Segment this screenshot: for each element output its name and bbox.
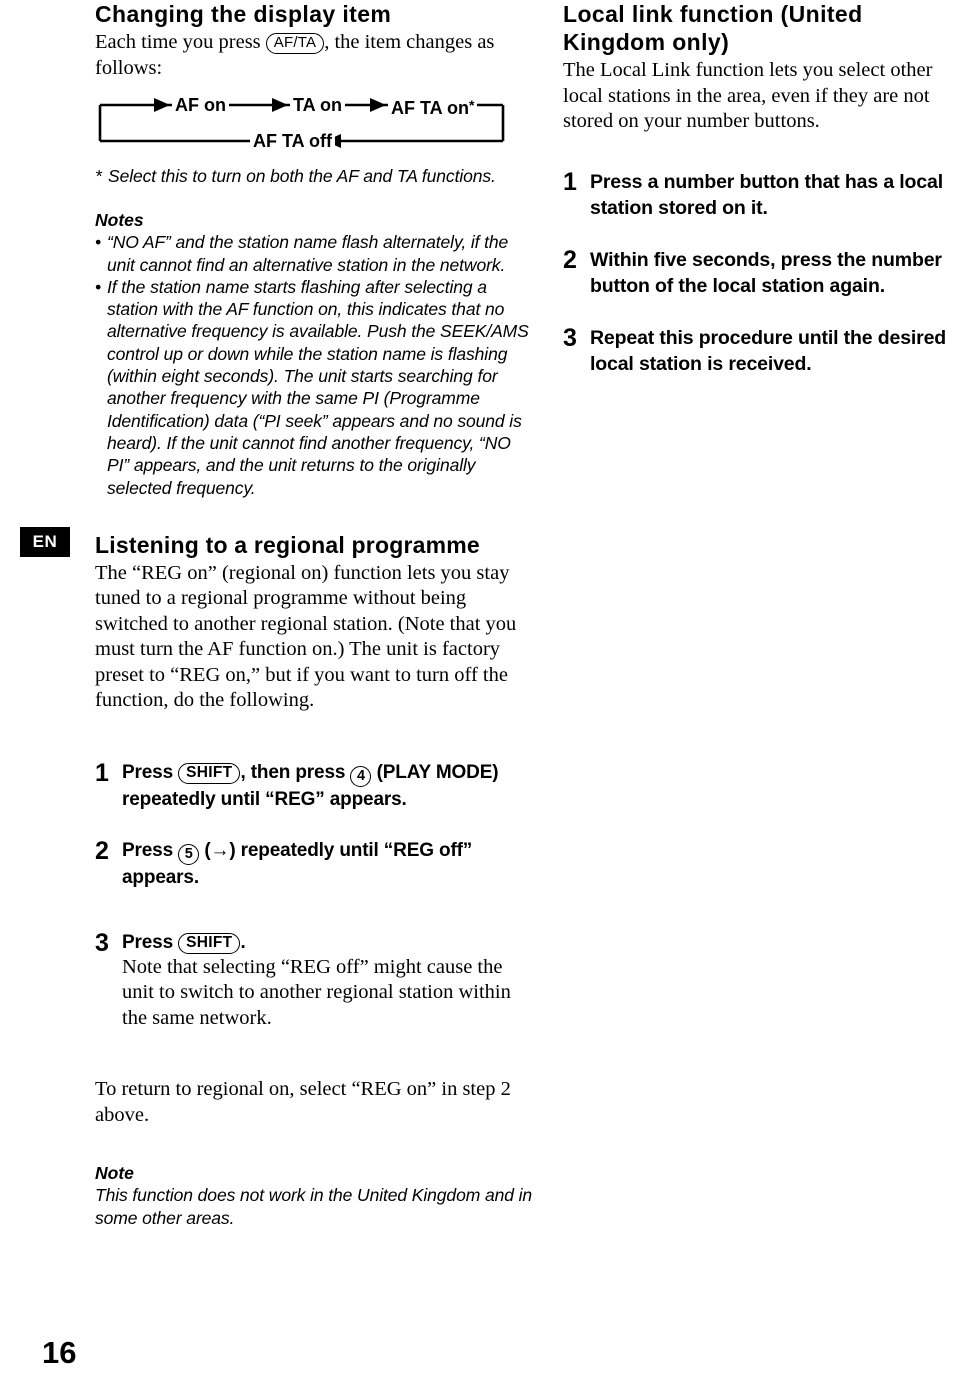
step-2-body: Press 5 (→) repeatedly until “REG off” a… — [122, 838, 535, 890]
note-text-uk: This function does not work in the Unite… — [95, 1185, 533, 1228]
step-3: 3 Press SHIFT. Note that selecting “REG … — [95, 930, 535, 1032]
step-3-sub-text: Note that selecting “REG off” might caus… — [122, 955, 511, 1029]
section-title-local-link: Local link function (United Kingdom only… — [563, 1, 863, 55]
note-heading: Note — [95, 1163, 134, 1184]
local-link-step-2-text: Within five seconds, press the number bu… — [590, 248, 942, 297]
local-link-step-1: 1 Press a number button that has a local… — [563, 169, 960, 221]
intro-text-before-key: Each time you press — [95, 31, 261, 53]
intro-paragraph: Each time you press AF/TA, the item chan… — [95, 30, 535, 81]
step-2-seg-1: Press — [122, 839, 174, 861]
display-item-flow-diagram: AF on TA on AF TA on* AF TA off — [98, 91, 508, 153]
note-text-no-af: “NO AF” and the station name flash alter… — [107, 232, 509, 275]
closing-paragraph: To return to regional on, select “REG on… — [95, 1078, 511, 1126]
language-tab-en: EN — [20, 527, 70, 557]
local-link-step-3: 3 Repeat this procedure until the desire… — [563, 325, 960, 377]
step-2: 2 Press 5 (→) repeatedly until “REG off”… — [95, 838, 535, 890]
local-link-step-3-number: 3 — [563, 323, 577, 352]
step-2-seg-2: (→) repeatedly until “REG off” appears. — [122, 839, 473, 888]
flow-label-af-on: AF on — [172, 96, 229, 114]
section-title-regional-programme: Listening to a regional programme — [95, 531, 480, 558]
step-1-text: Press SHIFT, then press 4 (PLAY MODE) re… — [122, 760, 535, 812]
local-link-step-3-text: Repeat this procedure until the desired … — [590, 326, 947, 375]
step-3-body: Press SHIFT. Note that selecting “REG of… — [122, 930, 535, 1032]
step-3-seg-2: . — [240, 931, 246, 953]
local-link-step-2-number: 2 — [563, 245, 577, 274]
number-key-4-glyph: 4 — [350, 765, 372, 787]
number-key-5-glyph: 5 — [178, 843, 200, 865]
local-link-step-1-text: Press a number button that has a local s… — [590, 170, 943, 219]
step-3-number: 3 — [95, 928, 109, 957]
regional-body-text: The “REG on” (regional on) function lets… — [95, 561, 517, 712]
flow-label-ta-on: TA on — [290, 96, 345, 114]
page-number: 16 — [42, 1335, 77, 1370]
af-ta-key-glyph: AF/TA — [265, 33, 325, 54]
footnote-text: Select this to turn on both the AF and T… — [108, 166, 496, 186]
step-3-text: Press SHIFT. — [122, 930, 535, 955]
step-1: 1 Press SHIFT, then press 4 (PLAY MODE) … — [95, 760, 535, 812]
local-link-step-1-number: 1 — [563, 167, 577, 196]
step-1-seg-2: , then press — [240, 761, 346, 783]
step-2-number: 2 — [95, 836, 109, 865]
manual-page: Changing the display item Each time you … — [0, 0, 960, 1392]
shift-key-glyph: SHIFT — [178, 762, 241, 784]
local-link-step-2: 2 Within five seconds, press the number … — [563, 247, 960, 299]
note-item: • “NO AF” and the station name flash alt… — [95, 231, 535, 276]
step-3-seg-1: Press — [122, 931, 174, 953]
bullet-icon: • — [95, 276, 102, 297]
footnote-asterisk: * — [95, 166, 102, 186]
notes-heading: Notes — [95, 210, 144, 231]
flow-label-af-ta-off: AF TA off — [250, 132, 335, 150]
step-1-body: Press SHIFT, then press 4 (PLAY MODE) re… — [122, 760, 535, 812]
shift-key-glyph: SHIFT — [178, 932, 241, 954]
right-column: Local link function (United Kingdom only… — [563, 0, 960, 377]
flow-label-af-ta-on: AF TA on* — [388, 96, 478, 117]
note-item: • If the station name starts flashing af… — [95, 276, 535, 499]
local-link-body-text: The Local Link function lets you select … — [563, 59, 933, 132]
step-1-number: 1 — [95, 758, 109, 787]
bullet-icon: • — [95, 232, 102, 253]
step-1-seg-1: Press — [122, 761, 174, 783]
step-2-text: Press 5 (→) repeatedly until “REG off” a… — [122, 838, 535, 890]
note-text-pi-seek: If the station name starts flashing afte… — [107, 276, 529, 498]
section-title-changing-display-item: Changing the display item — [95, 1, 392, 27]
footnote-row: * Select this to turn on both the AF and… — [95, 165, 535, 187]
left-column: Changing the display item Each time you … — [95, 0, 535, 1229]
